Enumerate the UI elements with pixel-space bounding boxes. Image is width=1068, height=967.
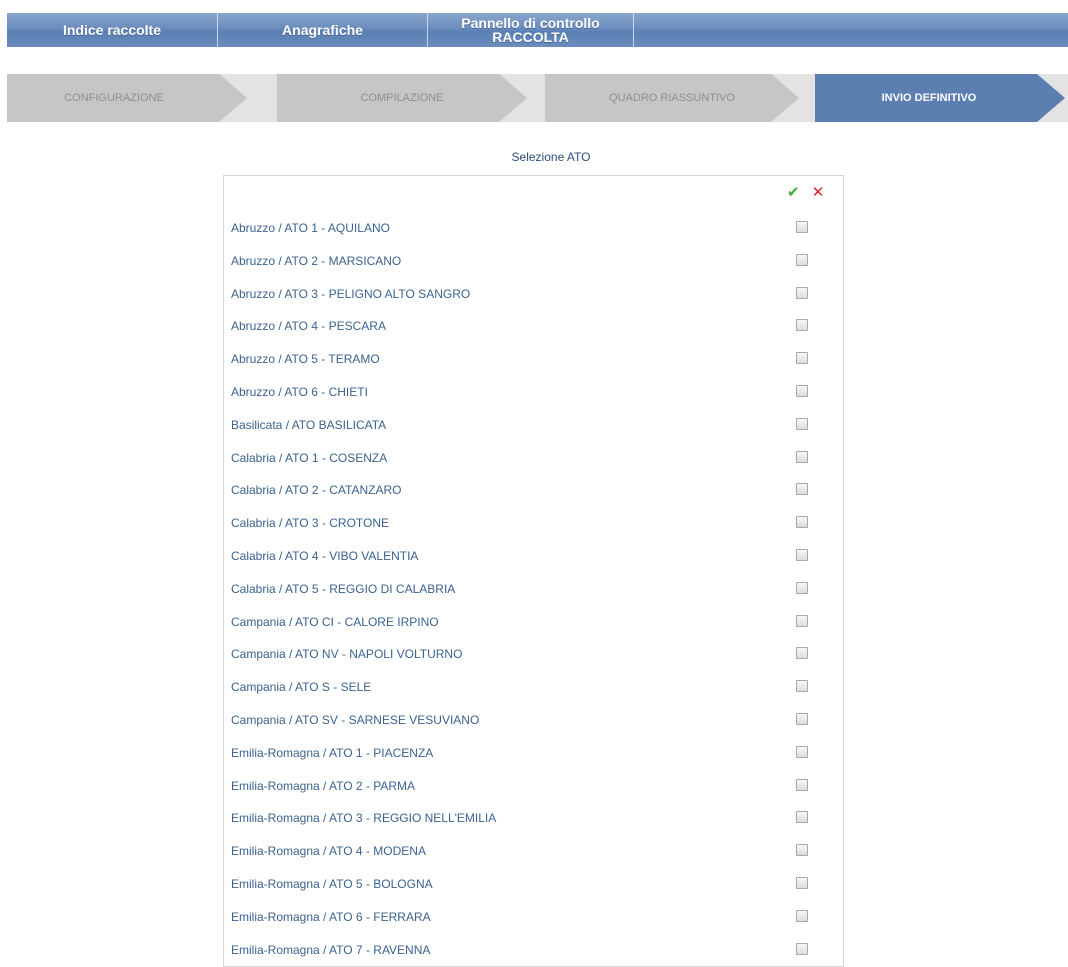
ato-checkbox[interactable] (796, 680, 808, 693)
clear-all-icon[interactable]: ✕ (812, 184, 825, 201)
ato-label: Calabria / ATO 4 - VIBO VALENTIA (231, 548, 419, 563)
list-item: Abruzzo / ATO 2 - MARSICANO (224, 245, 843, 278)
ato-checkbox[interactable] (796, 548, 808, 561)
ato-label: Calabria / ATO 3 - CROTONE (231, 516, 390, 531)
list-item: Calabria / ATO 5 - REGGIO DI CALABRIA (224, 573, 843, 606)
ato-checkbox[interactable] (796, 417, 808, 430)
ato-label: Emilia-Romagna / ATO 4 - MODENA (231, 844, 426, 859)
ato-checkbox[interactable] (796, 811, 808, 824)
ato-checkbox[interactable] (796, 745, 808, 758)
ato-checkbox[interactable] (796, 614, 808, 627)
ato-checkbox[interactable] (796, 516, 808, 529)
panel-header: ✔ ✕ (224, 176, 843, 212)
ato-label: Calabria / ATO 1 - COSENZA (231, 450, 388, 465)
list-item: Campania / ATO S - SELE (224, 671, 843, 704)
ato-label: Abruzzo / ATO 3 - PELIGNO ALTO SANGRO (231, 286, 471, 301)
ato-checkbox[interactable] (796, 286, 808, 299)
ato-label: Calabria / ATO 5 - REGGIO DI CALABRIA (231, 581, 456, 596)
list-item: Calabria / ATO 2 - CATANZARO (224, 474, 843, 507)
ato-label: Campania / ATO CI - CALORE IRPINO (231, 614, 439, 629)
list-item: Emilia-Romagna / ATO 2 - PARMA (224, 770, 843, 803)
tab-anagrafiche[interactable]: Anagrafiche (218, 13, 428, 47)
ato-checkbox[interactable] (796, 221, 808, 233)
ato-label: Basilicata / ATO BASILICATA (231, 417, 387, 432)
check-all-icon[interactable]: ✔ (787, 184, 800, 201)
top-navigation: Indice raccolte Anagrafiche Pannello di … (7, 13, 1068, 47)
list-item: Abruzzo / ATO 3 - PELIGNO ALTO SANGRO (224, 278, 843, 311)
list-item: Abruzzo / ATO 1 - AQUILANO (224, 212, 843, 245)
ato-label: Abruzzo / ATO 2 - MARSICANO (231, 253, 402, 268)
list-item: Calabria / ATO 1 - COSENZA (224, 442, 843, 475)
list-item: Abruzzo / ATO 5 - TERAMO (224, 343, 843, 376)
ato-checkbox[interactable] (796, 253, 808, 266)
step-invio-definitivo[interactable]: INVIO DEFINITIVO (815, 74, 1065, 122)
tab-pannello-line1: Pannello di controllo (461, 15, 600, 31)
list-item: Calabria / ATO 4 - VIBO VALENTIA (224, 540, 843, 573)
ato-checkbox[interactable] (796, 647, 808, 660)
list-item: Emilia-Romagna / ATO 3 - REGGIO NELL'EMI… (224, 802, 843, 835)
list-item: Basilicata / ATO BASILICATA (224, 409, 843, 442)
list-item: Emilia-Romagna / ATO 5 - BOLOGNA (224, 868, 843, 901)
ato-label: Emilia-Romagna / ATO 6 - FERRARA (231, 909, 431, 924)
ato-selection-panel: ✔ ✕ Abruzzo / ATO 1 - AQUILANO Abruzzo / … (223, 175, 844, 967)
ato-checkbox[interactable] (796, 450, 808, 463)
ato-checkbox[interactable] (796, 844, 808, 857)
section-title: Selezione ATO (511, 150, 591, 164)
ato-checkbox[interactable] (796, 384, 808, 397)
list-item: Emilia-Romagna / ATO 1 - PIACENZA (224, 737, 843, 770)
ato-checkbox[interactable] (796, 483, 808, 496)
ato-checkbox[interactable] (796, 581, 808, 594)
ato-list: Abruzzo / ATO 1 - AQUILANO Abruzzo / ATO … (224, 212, 843, 966)
list-item: Abruzzo / ATO 4 - PESCARA (224, 310, 843, 343)
ato-label: Campania / ATO NV - NAPOLI VOLTURNO (231, 647, 463, 662)
tab-indice-raccolte[interactable]: Indice raccolte (7, 13, 218, 47)
ato-label: Emilia-Romagna / ATO 1 - PIACENZA (231, 745, 434, 760)
ato-label: Emilia-Romagna / ATO 7 - RAVENNA (231, 942, 431, 957)
list-item: Calabria / ATO 3 - CROTONE (224, 507, 843, 540)
list-item: Abruzzo / ATO 6 - CHIETI (224, 376, 843, 409)
ato-label: Calabria / ATO 2 - CATANZARO (231, 483, 402, 498)
tab-pannello-line2: RACCOLTA (492, 29, 569, 45)
ato-label: Abruzzo / ATO 1 - AQUILANO (231, 221, 390, 235)
ato-label: Emilia-Romagna / ATO 2 - PARMA (231, 778, 416, 793)
list-item: Emilia-Romagna / ATO 7 - RAVENNA (224, 934, 843, 967)
list-item: Campania / ATO CI - CALORE IRPINO (224, 606, 843, 639)
list-item: Campania / ATO SV - SARNESE VESUVIANO (224, 704, 843, 737)
list-item: Campania / ATO NV - NAPOLI VOLTURNO (224, 638, 843, 671)
ato-label: Abruzzo / ATO 6 - CHIETI (231, 384, 368, 399)
step-quadro-riassuntivo[interactable]: QUADRO RIASSUNTIVO (545, 74, 799, 122)
nav-filler (634, 13, 1068, 47)
ato-checkbox[interactable] (796, 909, 808, 922)
ato-checkbox[interactable] (796, 319, 808, 332)
ato-checkbox[interactable] (796, 712, 808, 725)
ato-label: Abruzzo / ATO 4 - PESCARA (231, 319, 386, 334)
list-item: Emilia-Romagna / ATO 4 - MODENA (224, 835, 843, 868)
wizard-steps: CONFIGURAZIONE COMPILAZIONE QUADRO RIASS… (7, 74, 1068, 122)
header-actions: ✔ ✕ (787, 183, 824, 201)
list-item: Emilia-Romagna / ATO 6 - FERRARA (224, 901, 843, 934)
ato-checkbox[interactable] (796, 876, 808, 889)
ato-checkbox[interactable] (796, 352, 808, 365)
ato-label: Emilia-Romagna / ATO 3 - REGGIO NELL'EMI… (231, 811, 497, 826)
ato-label: Abruzzo / ATO 5 - TERAMO (231, 352, 380, 367)
ato-label: Campania / ATO S - SELE (231, 680, 372, 695)
ato-checkbox[interactable] (796, 778, 808, 791)
step-configurazione[interactable]: CONFIGURAZIONE (7, 74, 247, 122)
tab-pannello-di-controllo[interactable]: Pannello di controllo RACCOLTA (428, 13, 634, 47)
step-compilazione[interactable]: COMPILAZIONE (277, 74, 527, 122)
ato-label: Emilia-Romagna / ATO 5 - BOLOGNA (231, 876, 433, 891)
ato-label: Campania / ATO SV - SARNESE VESUVIANO (231, 712, 480, 727)
